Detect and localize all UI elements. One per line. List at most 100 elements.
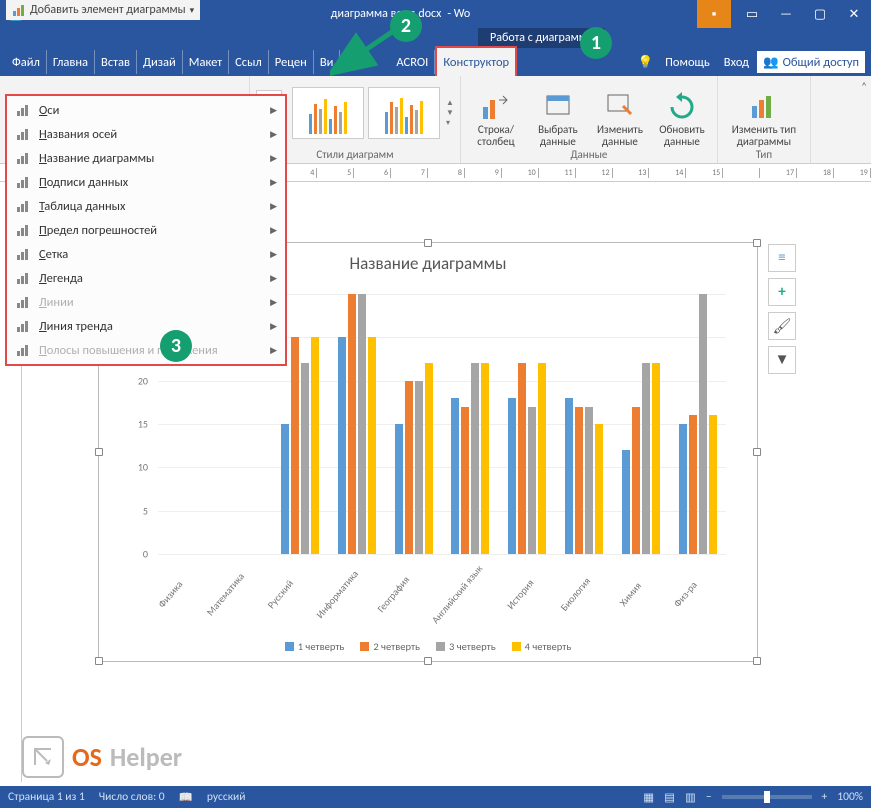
zoom-out-icon[interactable]: − <box>706 790 712 804</box>
dropdown-item[interactable]: Оси▶ <box>7 98 285 122</box>
submenu-arrow-icon: ▶ <box>270 153 277 164</box>
help-icon[interactable]: 💡 <box>638 55 654 70</box>
tab-home[interactable]: Главна <box>47 48 94 76</box>
bar-group[interactable] <box>556 294 613 554</box>
tab-references[interactable]: Ссыл <box>229 48 268 76</box>
chart-subicon <box>15 222 31 238</box>
chart-styles-brush-icon[interactable]: 🖌 <box>768 312 796 340</box>
submenu-arrow-icon: ▶ <box>270 177 277 188</box>
chart-subicon <box>15 174 31 190</box>
tab-file[interactable]: Файл <box>6 48 46 76</box>
bar-group[interactable] <box>328 294 385 554</box>
legend-item[interactable]: 2 четверть <box>360 640 420 653</box>
maximize-icon[interactable]: ▢ <box>803 0 837 28</box>
minimize-icon[interactable]: — <box>769 0 803 28</box>
dropdown-item[interactable]: Названия осей ▶ <box>7 122 285 146</box>
chart-style-2[interactable] <box>368 87 440 139</box>
select-data-button[interactable]: Выбрать данные <box>529 78 587 148</box>
submenu-arrow-icon: ▶ <box>270 249 277 260</box>
spellcheck-icon[interactable]: 📖 <box>179 790 193 805</box>
switch-row-col-icon <box>481 92 511 122</box>
language-indicator[interactable]: русский <box>207 790 246 804</box>
dropdown-item-label: Названия осей <box>39 127 262 142</box>
bar-group[interactable] <box>612 294 669 554</box>
ribbon-options-icon[interactable]: ▭ <box>735 0 769 28</box>
chart-subicon <box>15 198 31 214</box>
zoom-in-icon[interactable]: + <box>822 790 828 804</box>
tab-design[interactable]: Дизай <box>137 48 182 76</box>
refresh-data-button[interactable]: Обновить данные <box>653 78 711 148</box>
bar-group[interactable] <box>442 294 499 554</box>
zoom-slider[interactable] <box>722 795 812 799</box>
change-chart-type-button[interactable]: Изменить тип диаграммы <box>724 78 804 148</box>
read-mode-icon[interactable]: ▦ <box>643 790 654 805</box>
gallery-more-icon[interactable]: ▾ <box>446 118 454 128</box>
dropdown-item-label: Полосы повышения и понижения <box>39 343 262 358</box>
bar-group[interactable] <box>385 294 442 554</box>
chart-style-1[interactable] <box>292 87 364 139</box>
dropdown-item[interactable]: Линия тренда ▶ <box>7 314 285 338</box>
chart-subicon <box>15 270 31 286</box>
dropdown-item[interactable]: Легенда▶ <box>7 266 285 290</box>
submenu-arrow-icon: ▶ <box>270 345 277 356</box>
tab-insert[interactable]: Встав <box>95 48 136 76</box>
add-chart-element-label: Добавить элемент диаграммы <box>30 3 186 17</box>
tab-review[interactable]: Рецен <box>269 48 313 76</box>
close-icon[interactable]: ✕ <box>837 0 871 28</box>
select-data-icon <box>543 92 573 122</box>
dropdown-item-label: Предел погрешностей <box>39 223 262 238</box>
chart-subicon <box>15 318 31 334</box>
dropdown-item-label: Линия тренда <box>39 319 262 334</box>
chart-subicon <box>15 102 31 118</box>
tab-layout[interactable]: Макет <box>183 48 228 76</box>
share-button[interactable]: 👥 Общий доступ <box>757 51 865 73</box>
word-count[interactable]: Число слов: 0 <box>99 790 165 804</box>
add-chart-element-button[interactable]: Добавить элемент диаграммы ▾ <box>6 0 200 20</box>
legend-item[interactable]: 1 четверть <box>285 640 345 653</box>
chart-filters-icon[interactable]: ▼ <box>768 346 796 374</box>
submenu-arrow-icon: ▶ <box>270 225 277 236</box>
status-bar: Страница 1 из 1 Число слов: 0 📖 русский … <box>0 786 871 808</box>
add-element-dropdown: Оси▶Названия осей▶Название диаграммы▶Под… <box>5 94 287 366</box>
page-indicator[interactable]: Страница 1 из 1 <box>8 790 85 804</box>
switch-row-col-button[interactable]: Строка/ столбец <box>467 78 525 148</box>
app-name-fragment: - Wo <box>447 7 470 21</box>
dropdown-item[interactable]: Подписи данных▶ <box>7 170 285 194</box>
bar-group[interactable] <box>499 294 556 554</box>
dropdown-item-label: Таблица данных <box>39 199 262 214</box>
chart-legend[interactable]: 1 четверть 2 четверть 3 четверть 4 четверть <box>99 640 757 653</box>
bar-group[interactable] <box>669 294 726 554</box>
dropdown-item-label: Легенда <box>39 271 262 286</box>
submenu-arrow-icon: ▶ <box>270 321 277 332</box>
tab-help[interactable]: Помощь <box>659 48 716 76</box>
chart-subicon <box>15 246 31 262</box>
step-badge-1: 1 <box>580 27 612 59</box>
chart-layouts-icon[interactable]: ≡ <box>768 244 796 272</box>
chart-subicon <box>15 126 31 142</box>
step-badge-3: 3 <box>160 330 192 362</box>
data-group-label: Данные <box>467 148 711 161</box>
tab-login[interactable]: Вход <box>718 48 755 76</box>
edit-data-button[interactable]: Изменить данные <box>591 78 649 148</box>
edit-data-icon <box>605 92 635 122</box>
type-group-label: Тип <box>724 148 804 161</box>
ribbon-collapse-icon[interactable]: ˄ <box>861 80 867 93</box>
dropdown-item-label: Линии <box>39 295 262 310</box>
x-axis-label: География <box>371 569 445 643</box>
dropdown-item[interactable]: Сетка▶ <box>7 242 285 266</box>
watermark-logo: OS Helper <box>22 736 182 778</box>
legend-item[interactable]: 3 четверть <box>436 640 496 653</box>
dropdown-item[interactable]: Предел погрешностей ▶ <box>7 218 285 242</box>
pending-badge[interactable]: ▪ <box>697 0 731 28</box>
web-layout-icon[interactable]: ▥ <box>685 790 696 805</box>
zoom-level[interactable]: 100% <box>837 790 863 804</box>
submenu-arrow-icon: ▶ <box>270 129 277 140</box>
dropdown-item[interactable]: Таблица данных▶ <box>7 194 285 218</box>
dropdown-item: Линии▶ <box>7 290 285 314</box>
print-layout-icon[interactable]: ▤ <box>664 790 675 805</box>
gallery-up-icon[interactable]: ▲ <box>446 98 454 108</box>
dropdown-item[interactable]: Название диаграммы▶ <box>7 146 285 170</box>
chart-add-element-icon[interactable]: + <box>768 278 796 306</box>
gallery-down-icon[interactable]: ▼ <box>446 108 454 118</box>
legend-item[interactable]: 4 четверть <box>512 640 572 653</box>
